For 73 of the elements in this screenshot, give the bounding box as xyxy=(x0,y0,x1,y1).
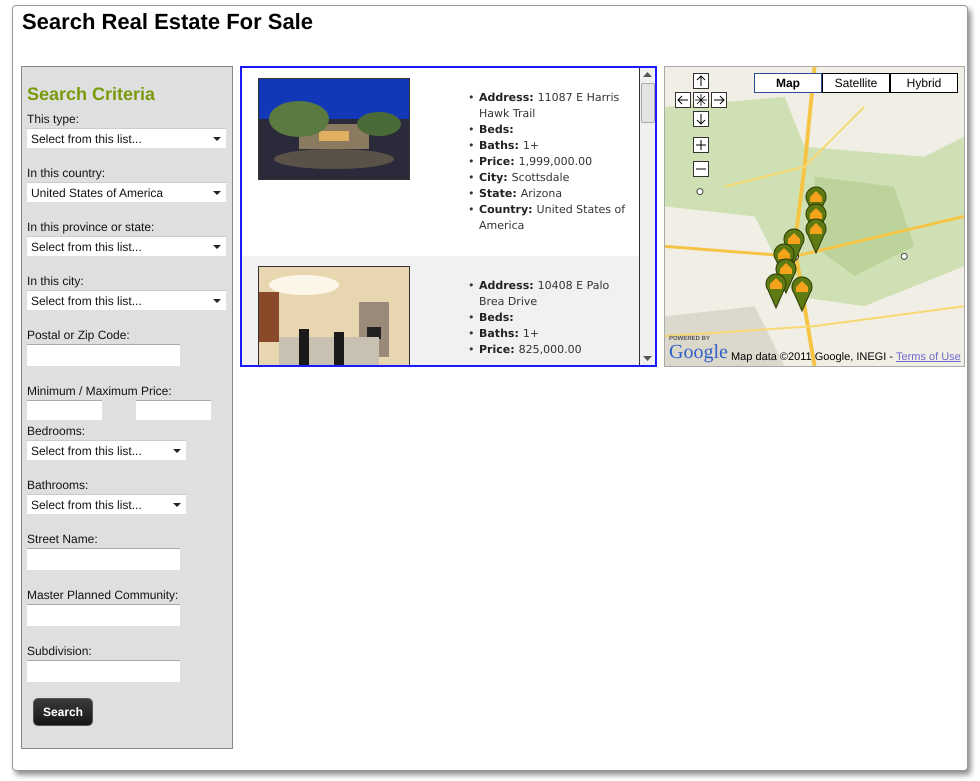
zoom-out-icon[interactable] xyxy=(693,161,709,177)
list-bullet: • xyxy=(468,278,476,294)
list-bullet: • xyxy=(468,90,476,106)
select-field[interactable]: United States of America xyxy=(27,182,226,202)
scroll-down-icon[interactable] xyxy=(643,356,652,361)
caret-icon xyxy=(213,136,221,140)
listing-detail: Country: United States of America xyxy=(479,202,626,234)
listing-detail: Price: 825,000.00 xyxy=(479,342,582,358)
field-label: In this province or state: xyxy=(27,220,154,234)
text-field[interactable] xyxy=(27,660,180,682)
listing-detail: Address: 11087 E Harris Hawk Trail xyxy=(479,90,620,122)
select-field[interactable]: Select from this list... xyxy=(27,236,226,256)
max-price-field[interactable] xyxy=(136,400,211,420)
arrow-left-icon[interactable] xyxy=(675,92,691,108)
list-bullet: • xyxy=(468,122,476,138)
field-label: This type: xyxy=(27,112,80,126)
list-bullet: • xyxy=(468,138,476,154)
recenter-icon[interactable] xyxy=(693,92,709,108)
field-label: Master Planned Community: xyxy=(27,588,178,602)
search-button[interactable]: Search xyxy=(33,698,93,726)
list-bullet: • xyxy=(468,154,476,170)
map-type-tab[interactable]: Satellite xyxy=(822,73,890,93)
caret-icon xyxy=(213,190,221,194)
zoom-in-icon[interactable] xyxy=(693,137,709,153)
caret-icon xyxy=(213,244,221,248)
field-label: Street Name: xyxy=(27,532,98,546)
list-bullet: • xyxy=(468,186,476,202)
listing-detail: Beds: xyxy=(479,310,515,326)
arrow-down-icon[interactable] xyxy=(693,111,709,127)
listing-detail: State: Arizona xyxy=(479,186,562,202)
scrollbar-thumb[interactable] xyxy=(640,83,654,123)
scroll-up-icon[interactable] xyxy=(643,72,652,77)
map-type-tab[interactable]: Map xyxy=(754,73,822,93)
field-label: Bathrooms: xyxy=(27,478,88,492)
select-field[interactable]: Select from this list... xyxy=(27,494,186,514)
scrollbar[interactable] xyxy=(639,68,655,365)
listing-detail: Baths: 1+ xyxy=(479,138,540,154)
field-label: Minimum / Maximum Price: xyxy=(27,384,172,398)
select-field[interactable]: Select from this list... xyxy=(27,440,186,460)
page-title: Search Real Estate For Sale xyxy=(22,9,314,35)
listing-detail: Beds: xyxy=(479,122,515,138)
map-attribution: Map data ©2011 Google, INEGI - xyxy=(731,351,893,363)
text-field[interactable] xyxy=(27,344,180,366)
field-label: In this country: xyxy=(27,166,106,180)
caret-icon xyxy=(213,298,221,302)
list-bullet: • xyxy=(468,170,476,186)
arrow-up-icon[interactable] xyxy=(693,73,709,89)
select-field[interactable]: Select from this list... xyxy=(27,128,226,148)
field-label: Subdivision: xyxy=(27,644,92,658)
logo: Google xyxy=(669,342,728,362)
list-bullet: • xyxy=(468,326,476,342)
min-price-field[interactable] xyxy=(27,400,102,420)
field-label: In this city: xyxy=(27,274,84,288)
terms-link[interactable]: Terms of Use xyxy=(896,351,961,363)
field-label: Bedrooms: xyxy=(27,424,86,438)
sidebar-title: Search Criteria xyxy=(27,83,156,105)
list-bullet: • xyxy=(468,342,476,358)
text-field[interactable] xyxy=(27,548,180,570)
listing-row[interactable]: • Address: 10408 E Palo Brea Drive • Beds: • Baths: 1+ • Price: 825,000.00 xyxy=(242,256,639,365)
list-bullet: • xyxy=(468,202,476,218)
caret-icon xyxy=(173,448,181,452)
listing-detail: Baths: 1+ xyxy=(479,326,540,342)
caret-icon xyxy=(173,502,181,506)
field-label: Postal or Zip Code: xyxy=(27,328,130,342)
listing-detail: Address: 10408 E Palo Brea Drive xyxy=(479,278,610,310)
map-type-tab[interactable]: Hybrid xyxy=(890,73,958,93)
select-field[interactable]: Select from this list... xyxy=(27,290,226,310)
listing-detail: Price: 1,999,000.00 xyxy=(479,154,592,170)
text-field[interactable] xyxy=(27,604,180,626)
list-bullet: • xyxy=(468,310,476,326)
listing-detail: City: Scottsdale xyxy=(479,170,570,186)
arrow-right-icon[interactable] xyxy=(711,92,727,108)
listing-row[interactable]: • Address: 11087 E Harris Hawk Trail • Beds: • Baths: 1+ • Price: 1,999,000.00 • City: Scottsdale • State: Arizona • Country: United States of America xyxy=(242,68,639,256)
